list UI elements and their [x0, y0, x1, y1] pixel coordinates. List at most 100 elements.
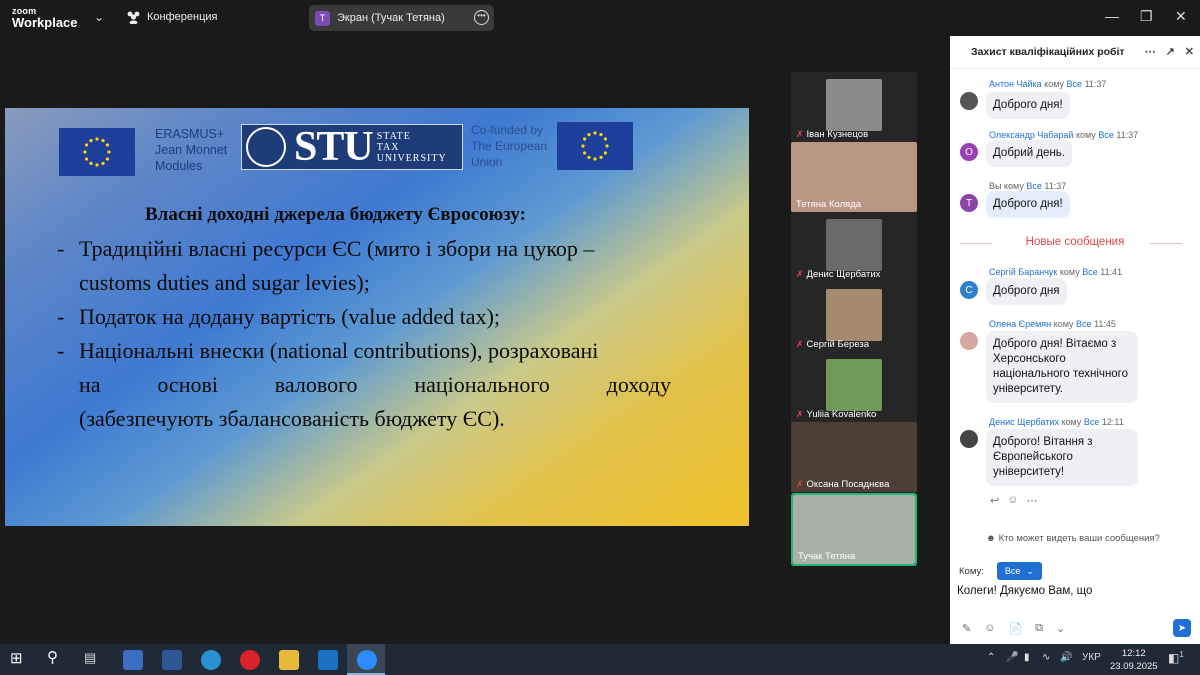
who-can-see-link[interactable]: ☻ Кто может видеть ваши сообщения?	[986, 533, 1160, 544]
language-indicator[interactable]: УКР	[1082, 652, 1101, 663]
edge-icon[interactable]	[201, 650, 221, 670]
sender-name[interactable]: Олена Єремян	[989, 319, 1051, 329]
zoom-logo: zoom Workplace	[12, 6, 78, 29]
to-word: кому	[1053, 319, 1074, 329]
battery-icon[interactable]: ▮	[1024, 652, 1030, 663]
meeting-button[interactable]: Конференция	[126, 10, 217, 24]
windows-start-icon[interactable]: ⊞	[10, 649, 30, 669]
avatar: O	[960, 143, 978, 161]
participant-video	[826, 289, 882, 341]
people-icon	[127, 11, 140, 24]
participant-video	[826, 79, 882, 131]
zoom-app-icon[interactable]	[357, 650, 377, 670]
wifi-icon[interactable]: ∿	[1042, 652, 1050, 663]
participant-name: ✗ Іван Кузнецов	[796, 129, 868, 140]
message-time: 11:37	[1084, 79, 1107, 89]
to-word: кому	[1075, 130, 1096, 140]
search-icon[interactable]: ⚲	[47, 648, 67, 668]
participant-tile[interactable]: ✗ Іван Кузнецов	[791, 72, 917, 142]
send-button[interactable]: ➤	[1173, 619, 1191, 637]
emoji-reaction-icon[interactable]: ☺	[1007, 494, 1018, 507]
recipient[interactable]: Все	[1098, 130, 1114, 140]
recipient[interactable]: Все	[1067, 79, 1083, 89]
format-icon[interactable]: ✎	[962, 622, 971, 635]
recipient[interactable]: Все	[1084, 417, 1100, 427]
message-bubble: Доброго! Вітання з Європейського універс…	[986, 429, 1138, 486]
chevron-up-icon[interactable]: ⌃	[987, 652, 995, 663]
message-bubble: Доброго дня! Вітаємо з Херсонського наці…	[986, 331, 1138, 403]
recipient[interactable]: Все	[1076, 319, 1092, 329]
more-options-icon[interactable]: ⋯	[1026, 494, 1037, 507]
recipient[interactable]: Все	[1026, 181, 1042, 191]
bullet-item: - Податок на додану вартість (value adde…	[57, 300, 671, 334]
more-options-icon[interactable]: ⋯	[1145, 45, 1156, 58]
presenter-avatar: T	[315, 10, 330, 26]
volume-icon[interactable]: 🔊	[1060, 652, 1072, 663]
store-icon[interactable]	[123, 650, 143, 670]
sender-name[interactable]: Олександр Чабарай	[989, 130, 1073, 140]
stu-line: UNIVERSITY	[376, 152, 447, 164]
clock-date: 23.09.2025	[1110, 661, 1158, 672]
participant-name: ✗ Денис Щербатих	[796, 269, 880, 280]
minimize-icon[interactable]: —	[1105, 8, 1119, 24]
bullet-item: - Національні внески (national contribut…	[57, 334, 671, 436]
restore-icon[interactable]: ❐	[1140, 8, 1153, 25]
who-can-see-text: Кто может видеть ваши сообщения?	[998, 533, 1160, 544]
avatar	[960, 430, 978, 448]
file-explorer-icon[interactable]	[279, 650, 299, 670]
chevron-down-icon[interactable]: ⌄	[1056, 622, 1065, 635]
sender-name[interactable]: Антон Чайка	[989, 79, 1042, 89]
cofunded-line: Union	[471, 155, 503, 169]
close-icon[interactable]: ✕	[1175, 8, 1187, 25]
mic-muted-icon: ✗	[796, 479, 804, 489]
participant-tile[interactable]: ✗ Оксана Посаднєва	[791, 422, 917, 492]
emoji-icon[interactable]: ☺	[984, 622, 995, 635]
recipient-dropdown[interactable]: Все ⌄	[996, 562, 1042, 580]
cofunded-label: Co-funded by The European Union	[471, 122, 547, 170]
bullet-word: національного	[414, 372, 550, 397]
participant-tile[interactable]: ✗ Yuliia Kovalenko	[791, 352, 917, 422]
screen-share-pill[interactable]: T Экран (Тучак Тетяна) •••	[309, 5, 494, 31]
university-seal-icon	[246, 127, 286, 167]
sender-name[interactable]: Сергій Баранчук	[989, 267, 1057, 277]
pop-out-icon[interactable]: ↗	[1166, 45, 1175, 58]
participant-tile[interactable]: Тетяна Коляда	[791, 142, 917, 212]
mic-muted-icon: ✗	[796, 129, 804, 139]
shared-slide: ERASMUS+ Jean Monnet Modules STU STATE T…	[5, 108, 749, 526]
stu-line: TAX	[376, 141, 400, 153]
chat-header-actions: ⋯ ↗ ✕	[1145, 45, 1194, 58]
file-icon[interactable]: 📄	[1008, 622, 1022, 635]
message-time: 11:37	[1044, 181, 1067, 191]
notifications-icon[interactable]: ◧1	[1168, 650, 1184, 665]
clock[interactable]: 12:12 23.09.2025	[1110, 647, 1158, 673]
eu-stars-icon	[581, 131, 609, 161]
outlook-icon[interactable]	[318, 650, 338, 670]
message-actions: ↩ ☺ ⋯	[990, 494, 1037, 507]
participant-tile[interactable]: ✗ Сергій Береза	[791, 282, 917, 352]
screenshot-icon[interactable]: ⧉	[1035, 622, 1043, 635]
reply-icon[interactable]: ↩	[990, 494, 999, 507]
sender-name[interactable]: Денис Щербатих	[989, 417, 1059, 427]
opera-icon[interactable]	[240, 650, 260, 670]
participant-tile[interactable]: ✗ Денис Щербатих	[791, 212, 917, 282]
task-view-icon[interactable]: ▤	[84, 650, 104, 670]
close-icon[interactable]: ✕	[1185, 45, 1194, 58]
chat-input[interactable]: Колеги! Дякуємо Вам, що	[957, 585, 1092, 597]
new-messages-divider: Новые сообщения	[950, 236, 1200, 248]
participant-name-text: Оксана Посаднєва	[806, 479, 890, 490]
windows-taskbar: ⊞ ⚲ ▤ ⌃ 🎤 ▮ ∿ 🔊 УКР 12:12 23.09.2025 ◧1	[0, 644, 1200, 675]
participant-tile-active-speaker[interactable]: Тучак Тетяна	[791, 493, 917, 566]
participant-name-text: Денис Щербатих	[806, 269, 881, 280]
to-label: Кому:	[959, 565, 984, 577]
more-options-icon[interactable]: •••	[474, 10, 489, 25]
chevron-down-icon[interactable]: ⌄	[94, 10, 104, 24]
bullet-item: - Традиційні власні ресурси ЄС (мито і з…	[57, 232, 671, 300]
microphone-icon[interactable]: 🎤	[1006, 652, 1018, 663]
bullet-line: на основі валового національного доходу	[79, 368, 671, 402]
participant-video	[826, 359, 882, 411]
bullet-line: customs duties and sugar levies);	[79, 270, 370, 295]
to-word: кому	[1061, 417, 1082, 427]
message-time: 11:37	[1116, 130, 1139, 140]
word-icon[interactable]	[162, 650, 182, 670]
recipient[interactable]: Все	[1082, 267, 1098, 277]
